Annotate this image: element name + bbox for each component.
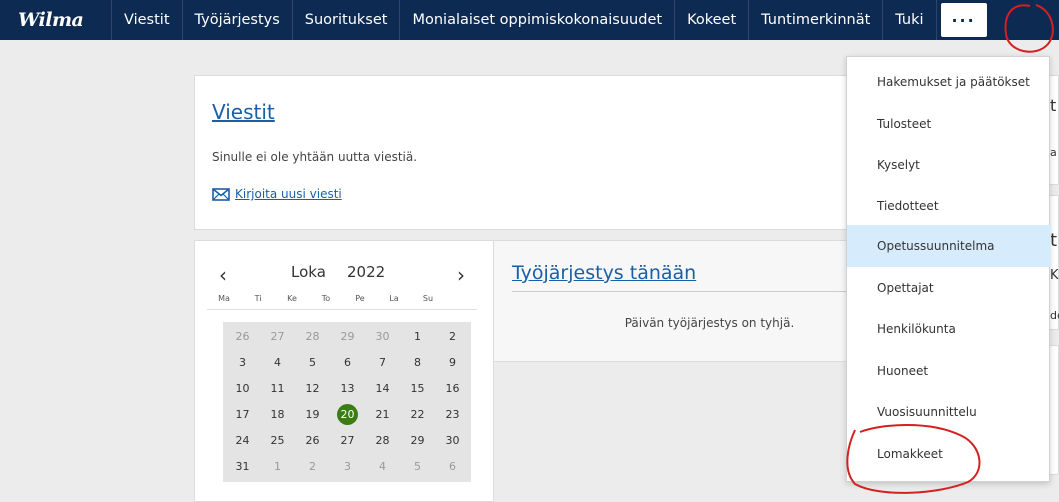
- calendar-day-today[interactable]: 20: [330, 402, 365, 428]
- calendar-day[interactable]: 4: [365, 454, 400, 480]
- weekday-label: Su: [422, 294, 434, 303]
- calendar-day[interactable]: 26: [225, 324, 260, 350]
- calendar-day[interactable]: 28: [365, 428, 400, 454]
- calendar-weekdays: Ma Ti Ke To Pe La Su: [207, 294, 477, 310]
- chevron-left-icon[interactable]: ‹: [219, 263, 227, 287]
- messages-title[interactable]: Viestit: [212, 100, 275, 124]
- nav-item-tuntimerkinnat[interactable]: Tuntimerkinnät: [749, 0, 884, 40]
- calendar-year: 2022: [347, 263, 386, 281]
- partial-text: K: [1050, 268, 1059, 283]
- calendar-month: Loka: [291, 263, 326, 281]
- calendar-day[interactable]: 12: [295, 376, 330, 402]
- weekday-label: Pe: [355, 294, 365, 303]
- calendar-day[interactable]: 1: [400, 324, 435, 350]
- top-navigation: Wilma Viestit Työjärjestys Suoritukset M…: [0, 0, 1059, 40]
- calendar-day[interactable]: 25: [260, 428, 295, 454]
- weekday-label: Ma: [218, 294, 230, 303]
- menu-item-tulosteet[interactable]: Tulosteet: [847, 103, 1051, 145]
- partial-text: de: [1050, 309, 1059, 322]
- menu-item-lomakkeet[interactable]: Lomakkeet: [847, 433, 1051, 475]
- envelope-icon: [212, 187, 230, 201]
- calendar-day[interactable]: 26: [295, 428, 330, 454]
- calendar-day[interactable]: 2: [295, 454, 330, 480]
- nav-item-kokeet[interactable]: Kokeet: [675, 0, 750, 40]
- calendar-day[interactable]: 29: [400, 428, 435, 454]
- calendar-day[interactable]: 3: [330, 454, 365, 480]
- calendar-day[interactable]: 24: [225, 428, 260, 454]
- calendar-day[interactable]: 4: [260, 350, 295, 376]
- today-label: 20: [340, 408, 355, 421]
- calendar-day[interactable]: 11: [260, 376, 295, 402]
- menu-item-henkilokunta[interactable]: Henkilökunta: [847, 308, 1051, 350]
- calendar-day[interactable]: 9: [435, 350, 470, 376]
- nav-item-tyojarjestys[interactable]: Työjärjestys: [183, 0, 293, 40]
- calendar-day[interactable]: 5: [400, 454, 435, 480]
- no-messages-text: Sinulle ei ole yhtään uutta viestiä.: [212, 150, 418, 164]
- nav-item-monialaiset[interactable]: Monialaiset oppimiskokonaisuudet: [400, 0, 676, 40]
- chevron-right-icon[interactable]: ›: [457, 263, 465, 287]
- calendar-day[interactable]: 5: [295, 350, 330, 376]
- weekday-label: Ke: [287, 294, 297, 303]
- calendar-day[interactable]: 7: [365, 350, 400, 376]
- menu-item-huoneet[interactable]: Huoneet: [847, 350, 1051, 392]
- calendar-day[interactable]: 15: [400, 376, 435, 402]
- calendar-day[interactable]: 10: [225, 376, 260, 402]
- calendar-day[interactable]: 3: [225, 350, 260, 376]
- calendar-day[interactable]: 6: [435, 454, 470, 480]
- partial-text: t: [1050, 230, 1058, 251]
- calendar-day[interactable]: 16: [435, 376, 470, 402]
- calendar-day[interactable]: 14: [365, 376, 400, 402]
- calendar-grid: 26 27 28 29 30 1 2 3 4 5 6 7 8 9 10 11 12 13 14 15 16 17 18 19 2…: [223, 322, 471, 482]
- calendar-day[interactable]: 18: [260, 402, 295, 428]
- calendar-header: ‹ Loka 2022 ›: [213, 261, 471, 287]
- menu-item-opetussuunnitelma[interactable]: Opetussuunnitelma: [847, 225, 1051, 267]
- menu-item-hakemukset[interactable]: Hakemukset ja päätökset: [847, 61, 1051, 103]
- calendar-day[interactable]: 22: [400, 402, 435, 428]
- calendar-day[interactable]: 17: [225, 402, 260, 428]
- calendar-day[interactable]: 8: [400, 350, 435, 376]
- calendar-day[interactable]: 19: [295, 402, 330, 428]
- calendar-day[interactable]: 31: [225, 454, 260, 480]
- calendar-day[interactable]: 1: [260, 454, 295, 480]
- calendar-day[interactable]: 6: [330, 350, 365, 376]
- calendar-day[interactable]: 27: [330, 428, 365, 454]
- calendar-day[interactable]: 27: [260, 324, 295, 350]
- calendar-day[interactable]: 2: [435, 324, 470, 350]
- calendar-day[interactable]: 30: [365, 324, 400, 350]
- more-dropdown-menu: Hakemukset ja päätökset Tulosteet Kysely…: [846, 56, 1051, 482]
- calendar-day[interactable]: 30: [435, 428, 470, 454]
- weekday-label: Ti: [254, 294, 262, 303]
- schedule-title[interactable]: Työjärjestys tänään: [512, 262, 696, 284]
- partial-text: a: [1050, 146, 1057, 159]
- calendar-day[interactable]: 21: [365, 402, 400, 428]
- compose-message-label: Kirjoita uusi viesti: [235, 187, 342, 201]
- menu-item-tiedotteet[interactable]: Tiedotteet: [847, 185, 1051, 227]
- messages-panel: Viestit Sinulle ei ole yhtään uutta vies…: [194, 75, 914, 230]
- more-menu-button[interactable]: ···: [940, 3, 987, 37]
- calendar-panel: ‹ Loka 2022 › Ma Ti Ke To Pe La Su 26 27 2…: [194, 240, 494, 502]
- nav-item-viestit[interactable]: Viestit: [112, 0, 183, 40]
- nav-item-suoritukset[interactable]: Suoritukset: [293, 0, 401, 40]
- menu-item-kyselyt[interactable]: Kyselyt: [847, 144, 1051, 186]
- compose-message-link[interactable]: Kirjoita uusi viesti: [212, 187, 342, 201]
- weekday-label: To: [321, 294, 331, 303]
- weekday-label: La: [389, 294, 399, 303]
- menu-item-vuosisuunnittelu[interactable]: Vuosisuunnittelu: [847, 391, 1051, 433]
- calendar-day[interactable]: 13: [330, 376, 365, 402]
- nav-item-tuki[interactable]: Tuki: [883, 0, 937, 40]
- calendar-day[interactable]: 28: [295, 324, 330, 350]
- calendar-day[interactable]: 29: [330, 324, 365, 350]
- calendar-day[interactable]: 23: [435, 402, 470, 428]
- menu-item-opettajat[interactable]: Opettajat: [847, 267, 1051, 309]
- wilma-logo[interactable]: Wilma: [0, 0, 112, 40]
